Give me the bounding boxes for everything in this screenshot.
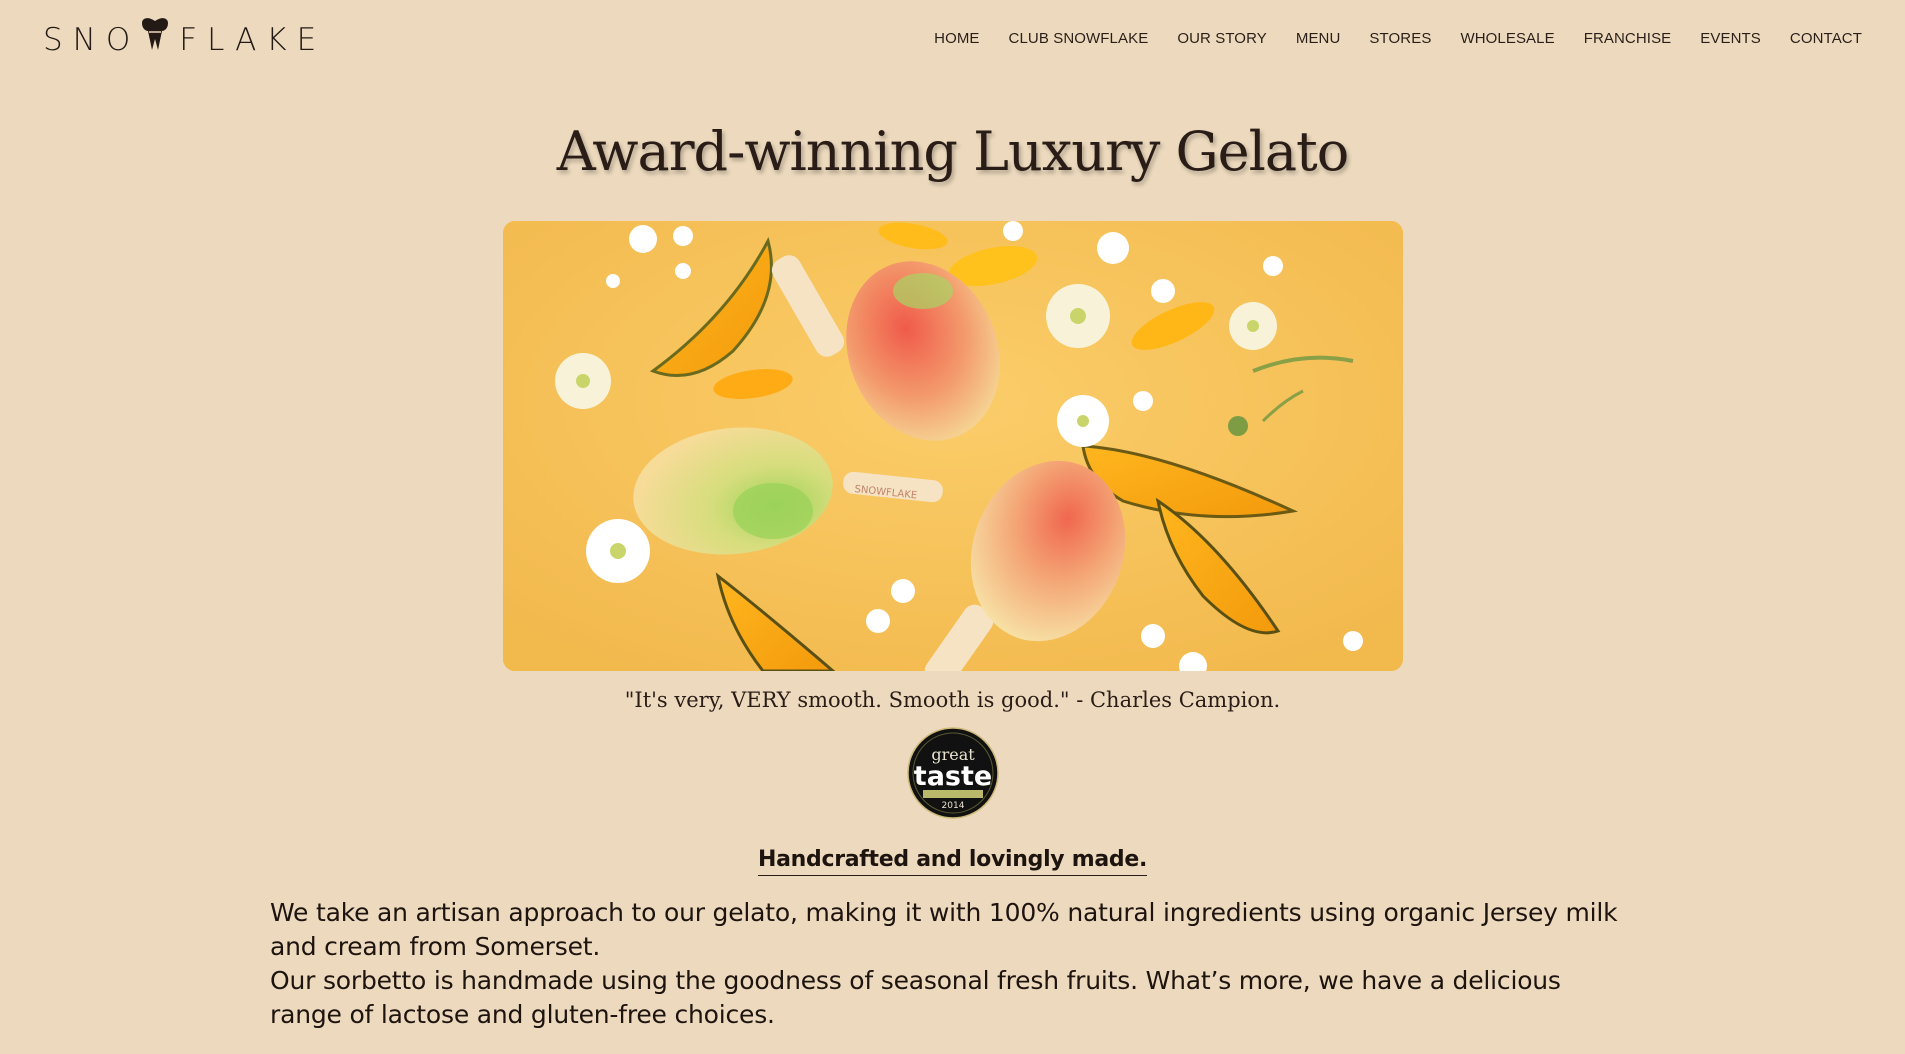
logo-text-left: SNO bbox=[43, 22, 141, 58]
testimonial-quote: "It's very, VERY smooth. Smooth is good.… bbox=[624, 688, 1281, 712]
award-heading-container: Handcrafted and lovingly made. bbox=[0, 847, 1905, 876]
intro-paragraph-1: We take an artisan approach to our gelat… bbox=[270, 898, 1618, 961]
great-taste-award-badge: great taste 2014 bbox=[907, 727, 999, 819]
logo-link[interactable]: SNO FLAKE bbox=[43, 17, 327, 60]
logo-text-right: FLAKE bbox=[179, 22, 327, 58]
nav-item-stores[interactable]: STORES bbox=[1369, 30, 1431, 47]
site-header: SNO FLAKE HOME CLUB SNOWFLAKE OUR STORY M… bbox=[0, 0, 1905, 80]
main-nav: HOME CLUB SNOWFLAKE OUR STORY MENU STORE… bbox=[905, 30, 1862, 47]
handcrafted-heading[interactable]: Handcrafted and lovingly made. bbox=[757, 847, 1147, 876]
nav-item-events[interactable]: EVENTS bbox=[1700, 30, 1761, 47]
nav-item-menu[interactable]: MENU bbox=[1296, 30, 1341, 47]
page-title: Award-winning Luxury Gelato bbox=[556, 120, 1350, 183]
nav-item-wholesale[interactable]: WHOLESALE bbox=[1460, 30, 1554, 47]
award-year: 2014 bbox=[942, 801, 965, 811]
intro-paragraph-2: Our sorbetto is handmade using the goodn… bbox=[270, 966, 1561, 1029]
snowflake-logo-icon bbox=[140, 17, 170, 59]
hero-image: SNOWFLAKE bbox=[503, 221, 1403, 671]
nav-item-contact[interactable]: CONTACT bbox=[1790, 30, 1862, 47]
nav-item-home[interactable]: HOME bbox=[934, 30, 979, 47]
nav-item-club-snowflake[interactable]: CLUB SNOWFLAKE bbox=[1009, 30, 1149, 47]
gelato-photo-illustration: SNOWFLAKE bbox=[503, 221, 1403, 671]
award-line2: taste bbox=[914, 761, 992, 792]
nav-item-our-story[interactable]: OUR STORY bbox=[1177, 30, 1267, 47]
intro-text: We take an artisan approach to our gelat… bbox=[270, 896, 1636, 1032]
nav-item-franchise[interactable]: FRANCHISE bbox=[1584, 30, 1672, 47]
